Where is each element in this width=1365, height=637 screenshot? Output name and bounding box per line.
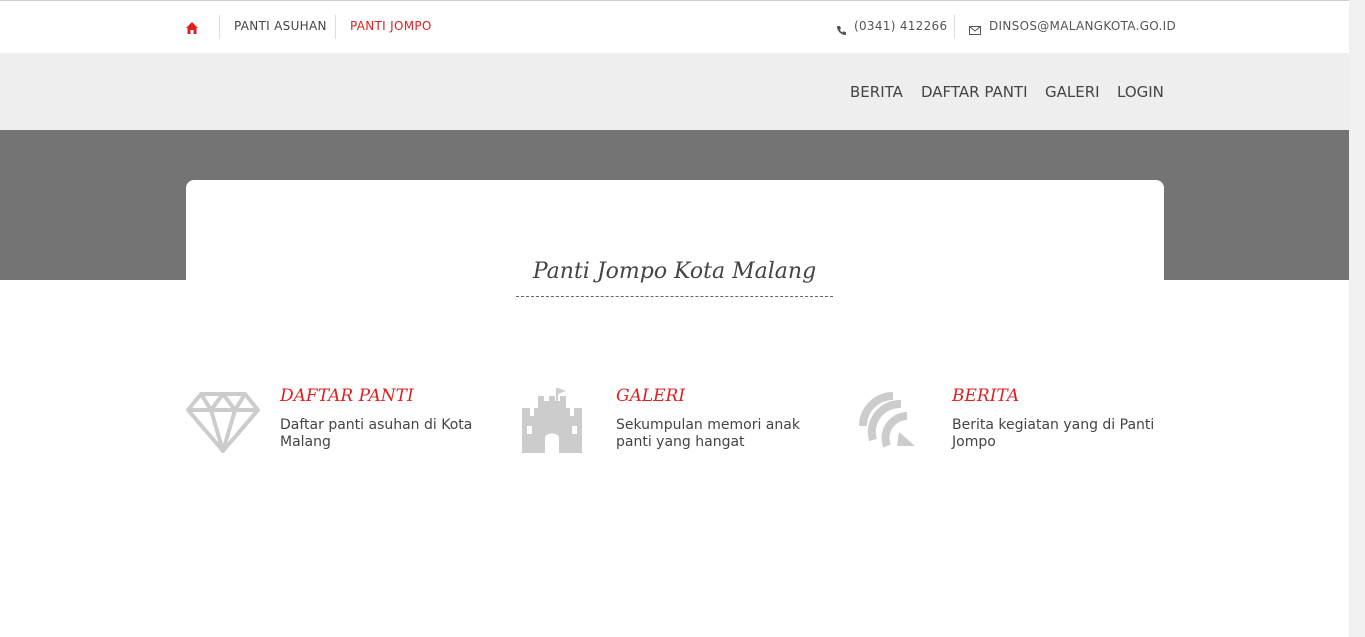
top-separator [954, 15, 955, 39]
top-bar: PANTI ASUHAN PANTI JOMPO (0341) 412266 D… [0, 1, 1349, 53]
nav-item-berita[interactable]: BERITA [850, 83, 903, 101]
envelope-icon [969, 21, 981, 35]
nav-item-login[interactable]: LOGIN [1117, 83, 1164, 101]
top-separator [219, 15, 220, 39]
feature-berita[interactable]: BERITA Berita kegiatan yang di Panti Jom… [857, 386, 1177, 466]
vertical-scrollbar[interactable] [1349, 0, 1365, 637]
feature-title[interactable]: GALERI [616, 386, 685, 406]
home-icon[interactable] [185, 20, 199, 34]
top-link-panti-jompo[interactable]: PANTI JOMPO [350, 19, 432, 33]
page: PANTI ASUHAN PANTI JOMPO (0341) 412266 D… [0, 0, 1349, 637]
nav-item-daftar-panti[interactable]: DAFTAR PANTI [921, 83, 1028, 101]
email-link[interactable]: DINSOS@MALANGKOTA.GO.ID [989, 19, 1176, 33]
feature-description: Sekumpulan memori anak panti yang hangat [616, 417, 800, 450]
phone-icon [836, 21, 847, 35]
feature-title[interactable]: BERITA [952, 386, 1019, 406]
feature-description: Daftar panti asuhan di Kota Malang [280, 417, 473, 450]
main-nav: BERITA DAFTAR PANTI GALERI LOGIN [0, 53, 1349, 130]
top-separator [335, 15, 336, 39]
feature-galeri[interactable]: GALERI Sekumpulan memori anak panti yang… [521, 386, 841, 466]
feature-daftar-panti[interactable]: DAFTAR PANTI Daftar panti asuhan di Kota… [185, 386, 505, 466]
top-link-panti-asuhan[interactable]: PANTI ASUHAN [234, 19, 327, 33]
feed-icon [857, 386, 933, 456]
feature-title[interactable]: DAFTAR PANTI [280, 386, 414, 406]
castle-icon [521, 386, 597, 456]
nav-item-galeri[interactable]: GALERI [1045, 83, 1100, 101]
diamond-icon [185, 386, 261, 456]
page-title: Panti Jompo Kota Malang [532, 259, 817, 284]
phone-number: (0341) 412266 [854, 19, 948, 33]
hero-card [186, 180, 1164, 320]
title-divider [516, 296, 833, 297]
feature-description: Berita kegiatan yang di Panti Jompo [952, 417, 1155, 450]
